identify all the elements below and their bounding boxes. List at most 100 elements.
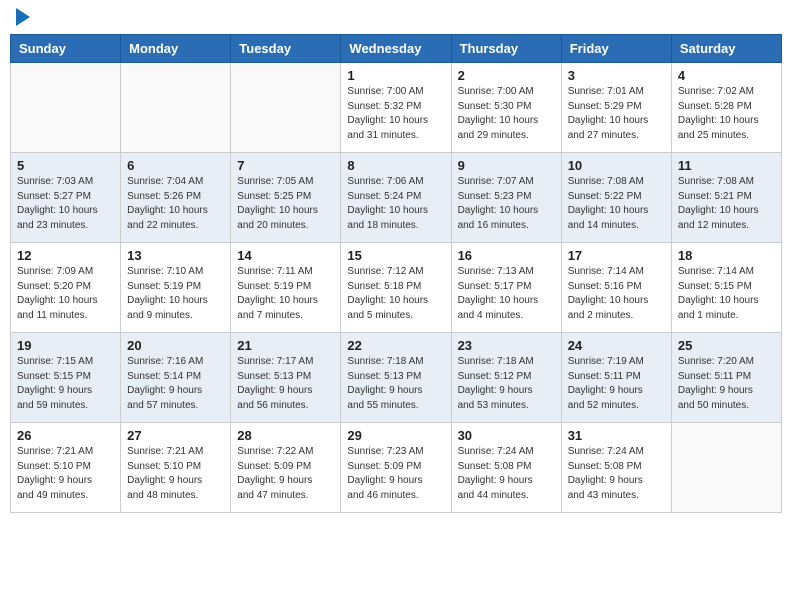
column-header-tuesday: Tuesday (231, 35, 341, 63)
day-info: Sunrise: 7:21 AM Sunset: 5:10 PM Dayligh… (127, 445, 224, 503)
day-number: 28 (237, 428, 334, 443)
day-number: 19 (17, 338, 114, 353)
calendar-cell: 15 Sunrise: 7:12 AM Sunset: 5:18 PM Dayli… (341, 243, 451, 333)
day-number: 30 (458, 428, 555, 443)
logo (14, 10, 30, 26)
logo-arrow-icon (16, 8, 30, 26)
column-header-thursday: Thursday (451, 35, 561, 63)
day-number: 12 (17, 248, 114, 263)
day-info: Sunrise: 7:03 AM Sunset: 5:27 PM Dayligh… (17, 175, 114, 233)
calendar-cell (121, 63, 231, 153)
calendar-cell: 5 Sunrise: 7:03 AM Sunset: 5:27 PM Daylig… (11, 153, 121, 243)
day-number: 1 (347, 68, 444, 83)
day-info: Sunrise: 7:18 AM Sunset: 5:12 PM Dayligh… (458, 355, 555, 413)
calendar-cell: 22Sunrise: 7:18 AM Sunset: 5:13 PM Dayli… (341, 333, 451, 423)
day-info: Sunrise: 7:10 AM Sunset: 5:19 PM Dayligh… (127, 265, 224, 323)
day-number: 7 (237, 158, 334, 173)
calendar-cell: 23 Sunrise: 7:18 AM Sunset: 5:12 PM Dayli… (451, 333, 561, 423)
day-number: 29 (347, 428, 444, 443)
calendar-cell: 21 Sunrise: 7:17 AM Sunset: 5:13 PM Dayli… (231, 333, 341, 423)
calendar-cell: 19 Sunrise: 7:15 AM Sunset: 5:15 PM Dayli… (11, 333, 121, 423)
column-header-sunday: Sunday (11, 35, 121, 63)
calendar-cell: 11Sunrise: 7:08 AM Sunset: 5:21 PM Dayli… (671, 153, 781, 243)
calendar-cell: 30 Sunrise: 7:24 AM Sunset: 5:08 PM Dayli… (451, 423, 561, 513)
day-info: Sunrise: 7:20 AM Sunset: 5:11 PM Dayligh… (678, 355, 775, 413)
calendar-cell: 12 Sunrise: 7:09 AM Sunset: 5:20 PM Dayli… (11, 243, 121, 333)
day-info: Sunrise: 7:06 AM Sunset: 5:24 PM Dayligh… (347, 175, 444, 233)
page-header (10, 10, 782, 26)
calendar-cell: 20 Sunrise: 7:16 AM Sunset: 5:14 PM Dayli… (121, 333, 231, 423)
column-header-monday: Monday (121, 35, 231, 63)
day-number: 31 (568, 428, 665, 443)
day-number: 18 (678, 248, 775, 263)
day-info: Sunrise: 7:14 AM Sunset: 5:16 PM Dayligh… (568, 265, 665, 323)
calendar-cell: 16 Sunrise: 7:13 AM Sunset: 5:17 PM Dayli… (451, 243, 561, 333)
day-number: 6 (127, 158, 224, 173)
day-number: 14 (237, 248, 334, 263)
calendar-cell (231, 63, 341, 153)
day-number: 16 (458, 248, 555, 263)
calendar-cell: 6 Sunrise: 7:04 AM Sunset: 5:26 PM Daylig… (121, 153, 231, 243)
day-number: 4 (678, 68, 775, 83)
calendar-cell: 29Sunrise: 7:23 AM Sunset: 5:09 PM Dayli… (341, 423, 451, 513)
calendar-table: SundayMondayTuesdayWednesdayThursdayFrid… (10, 34, 782, 513)
calendar-cell (11, 63, 121, 153)
calendar-cell: 24 Sunrise: 7:19 AM Sunset: 5:11 PM Dayli… (561, 333, 671, 423)
day-number: 27 (127, 428, 224, 443)
day-info: Sunrise: 7:22 AM Sunset: 5:09 PM Dayligh… (237, 445, 334, 503)
column-header-friday: Friday (561, 35, 671, 63)
day-number: 2 (458, 68, 555, 83)
calendar-cell: 8 Sunrise: 7:06 AM Sunset: 5:24 PM Daylig… (341, 153, 451, 243)
day-number: 15 (347, 248, 444, 263)
calendar-cell: 9 Sunrise: 7:07 AM Sunset: 5:23 PM Daylig… (451, 153, 561, 243)
calendar-cell: 10 Sunrise: 7:08 AM Sunset: 5:22 PM Dayli… (561, 153, 671, 243)
day-info: Sunrise: 7:01 AM Sunset: 5:29 PM Dayligh… (568, 85, 665, 143)
calendar-cell: 26Sunrise: 7:21 AM Sunset: 5:10 PM Dayli… (11, 423, 121, 513)
calendar-cell: 18 Sunrise: 7:14 AM Sunset: 5:15 PM Dayli… (671, 243, 781, 333)
calendar-cell: 17 Sunrise: 7:14 AM Sunset: 5:16 PM Dayli… (561, 243, 671, 333)
day-number: 9 (458, 158, 555, 173)
day-info: Sunrise: 7:21 AM Sunset: 5:10 PM Dayligh… (17, 445, 114, 503)
day-number: 5 (17, 158, 114, 173)
calendar-cell: 4 Sunrise: 7:02 AM Sunset: 5:28 PM Daylig… (671, 63, 781, 153)
calendar-cell: 13Sunrise: 7:10 AM Sunset: 5:19 PM Dayli… (121, 243, 231, 333)
day-info: Sunrise: 7:04 AM Sunset: 5:26 PM Dayligh… (127, 175, 224, 233)
day-number: 22 (347, 338, 444, 353)
calendar-cell: 25Sunrise: 7:20 AM Sunset: 5:11 PM Dayli… (671, 333, 781, 423)
day-info: Sunrise: 7:19 AM Sunset: 5:11 PM Dayligh… (568, 355, 665, 413)
day-info: Sunrise: 7:09 AM Sunset: 5:20 PM Dayligh… (17, 265, 114, 323)
day-number: 3 (568, 68, 665, 83)
day-info: Sunrise: 7:02 AM Sunset: 5:28 PM Dayligh… (678, 85, 775, 143)
day-number: 11 (678, 158, 775, 173)
day-info: Sunrise: 7:07 AM Sunset: 5:23 PM Dayligh… (458, 175, 555, 233)
calendar-cell: 2 Sunrise: 7:00 AM Sunset: 5:30 PM Daylig… (451, 63, 561, 153)
day-info: Sunrise: 7:16 AM Sunset: 5:14 PM Dayligh… (127, 355, 224, 413)
day-number: 21 (237, 338, 334, 353)
day-info: Sunrise: 7:17 AM Sunset: 5:13 PM Dayligh… (237, 355, 334, 413)
day-info: Sunrise: 7:13 AM Sunset: 5:17 PM Dayligh… (458, 265, 555, 323)
day-info: Sunrise: 7:05 AM Sunset: 5:25 PM Dayligh… (237, 175, 334, 233)
day-number: 23 (458, 338, 555, 353)
calendar-cell: 7 Sunrise: 7:05 AM Sunset: 5:25 PM Daylig… (231, 153, 341, 243)
day-number: 20 (127, 338, 224, 353)
calendar-cell: 28 Sunrise: 7:22 AM Sunset: 5:09 PM Dayli… (231, 423, 341, 513)
column-header-wednesday: Wednesday (341, 35, 451, 63)
day-number: 24 (568, 338, 665, 353)
day-info: Sunrise: 7:24 AM Sunset: 5:08 PM Dayligh… (568, 445, 665, 503)
day-info: Sunrise: 7:15 AM Sunset: 5:15 PM Dayligh… (17, 355, 114, 413)
day-info: Sunrise: 7:00 AM Sunset: 5:30 PM Dayligh… (458, 85, 555, 143)
day-info: Sunrise: 7:00 AM Sunset: 5:32 PM Dayligh… (347, 85, 444, 143)
day-info: Sunrise: 7:12 AM Sunset: 5:18 PM Dayligh… (347, 265, 444, 323)
day-info: Sunrise: 7:08 AM Sunset: 5:22 PM Dayligh… (568, 175, 665, 233)
calendar-cell (671, 423, 781, 513)
day-info: Sunrise: 7:14 AM Sunset: 5:15 PM Dayligh… (678, 265, 775, 323)
day-info: Sunrise: 7:11 AM Sunset: 5:19 PM Dayligh… (237, 265, 334, 323)
calendar-cell: 27 Sunrise: 7:21 AM Sunset: 5:10 PM Dayli… (121, 423, 231, 513)
day-number: 10 (568, 158, 665, 173)
calendar-cell: 14 Sunrise: 7:11 AM Sunset: 5:19 PM Dayli… (231, 243, 341, 333)
day-number: 17 (568, 248, 665, 263)
calendar-cell: 1 Sunrise: 7:00 AM Sunset: 5:32 PM Daylig… (341, 63, 451, 153)
day-info: Sunrise: 7:24 AM Sunset: 5:08 PM Dayligh… (458, 445, 555, 503)
day-number: 8 (347, 158, 444, 173)
calendar-cell: 31 Sunrise: 7:24 AM Sunset: 5:08 PM Dayli… (561, 423, 671, 513)
